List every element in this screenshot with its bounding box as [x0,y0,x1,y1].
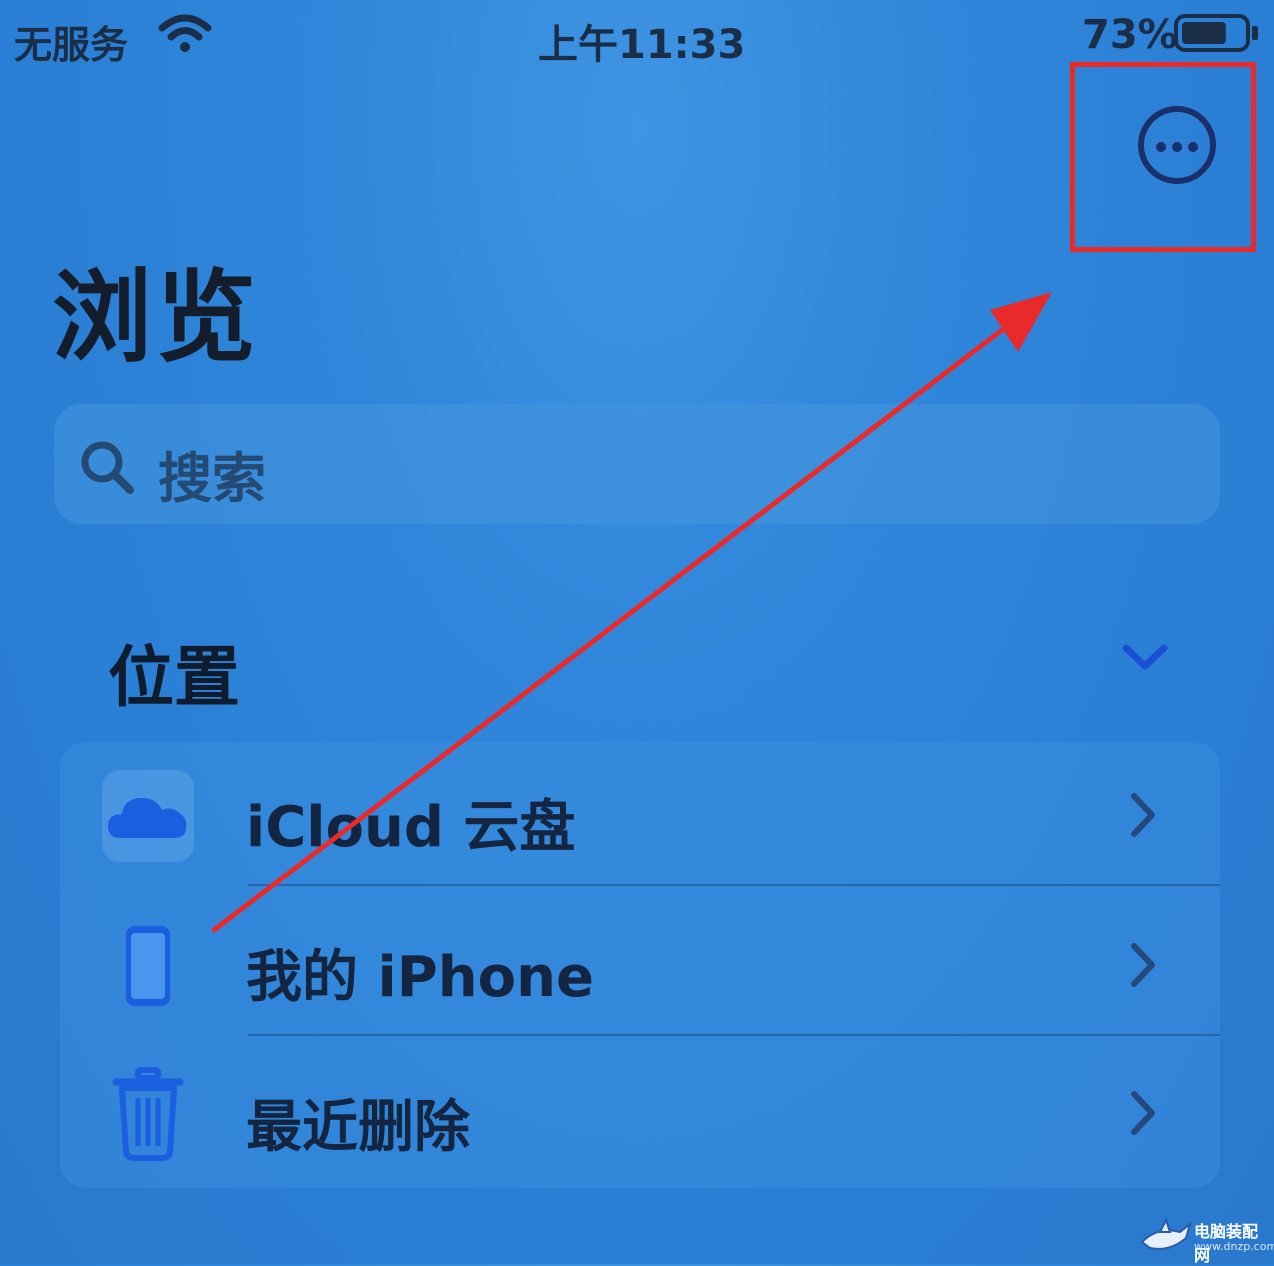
watermark-url: www.dnzp.com [1194,1240,1274,1253]
red-arrow-annotation [211,292,1052,933]
watermark: 电脑装配网 www.dnzp.com [1140,1216,1274,1265]
shark-logo-icon [1140,1217,1192,1250]
